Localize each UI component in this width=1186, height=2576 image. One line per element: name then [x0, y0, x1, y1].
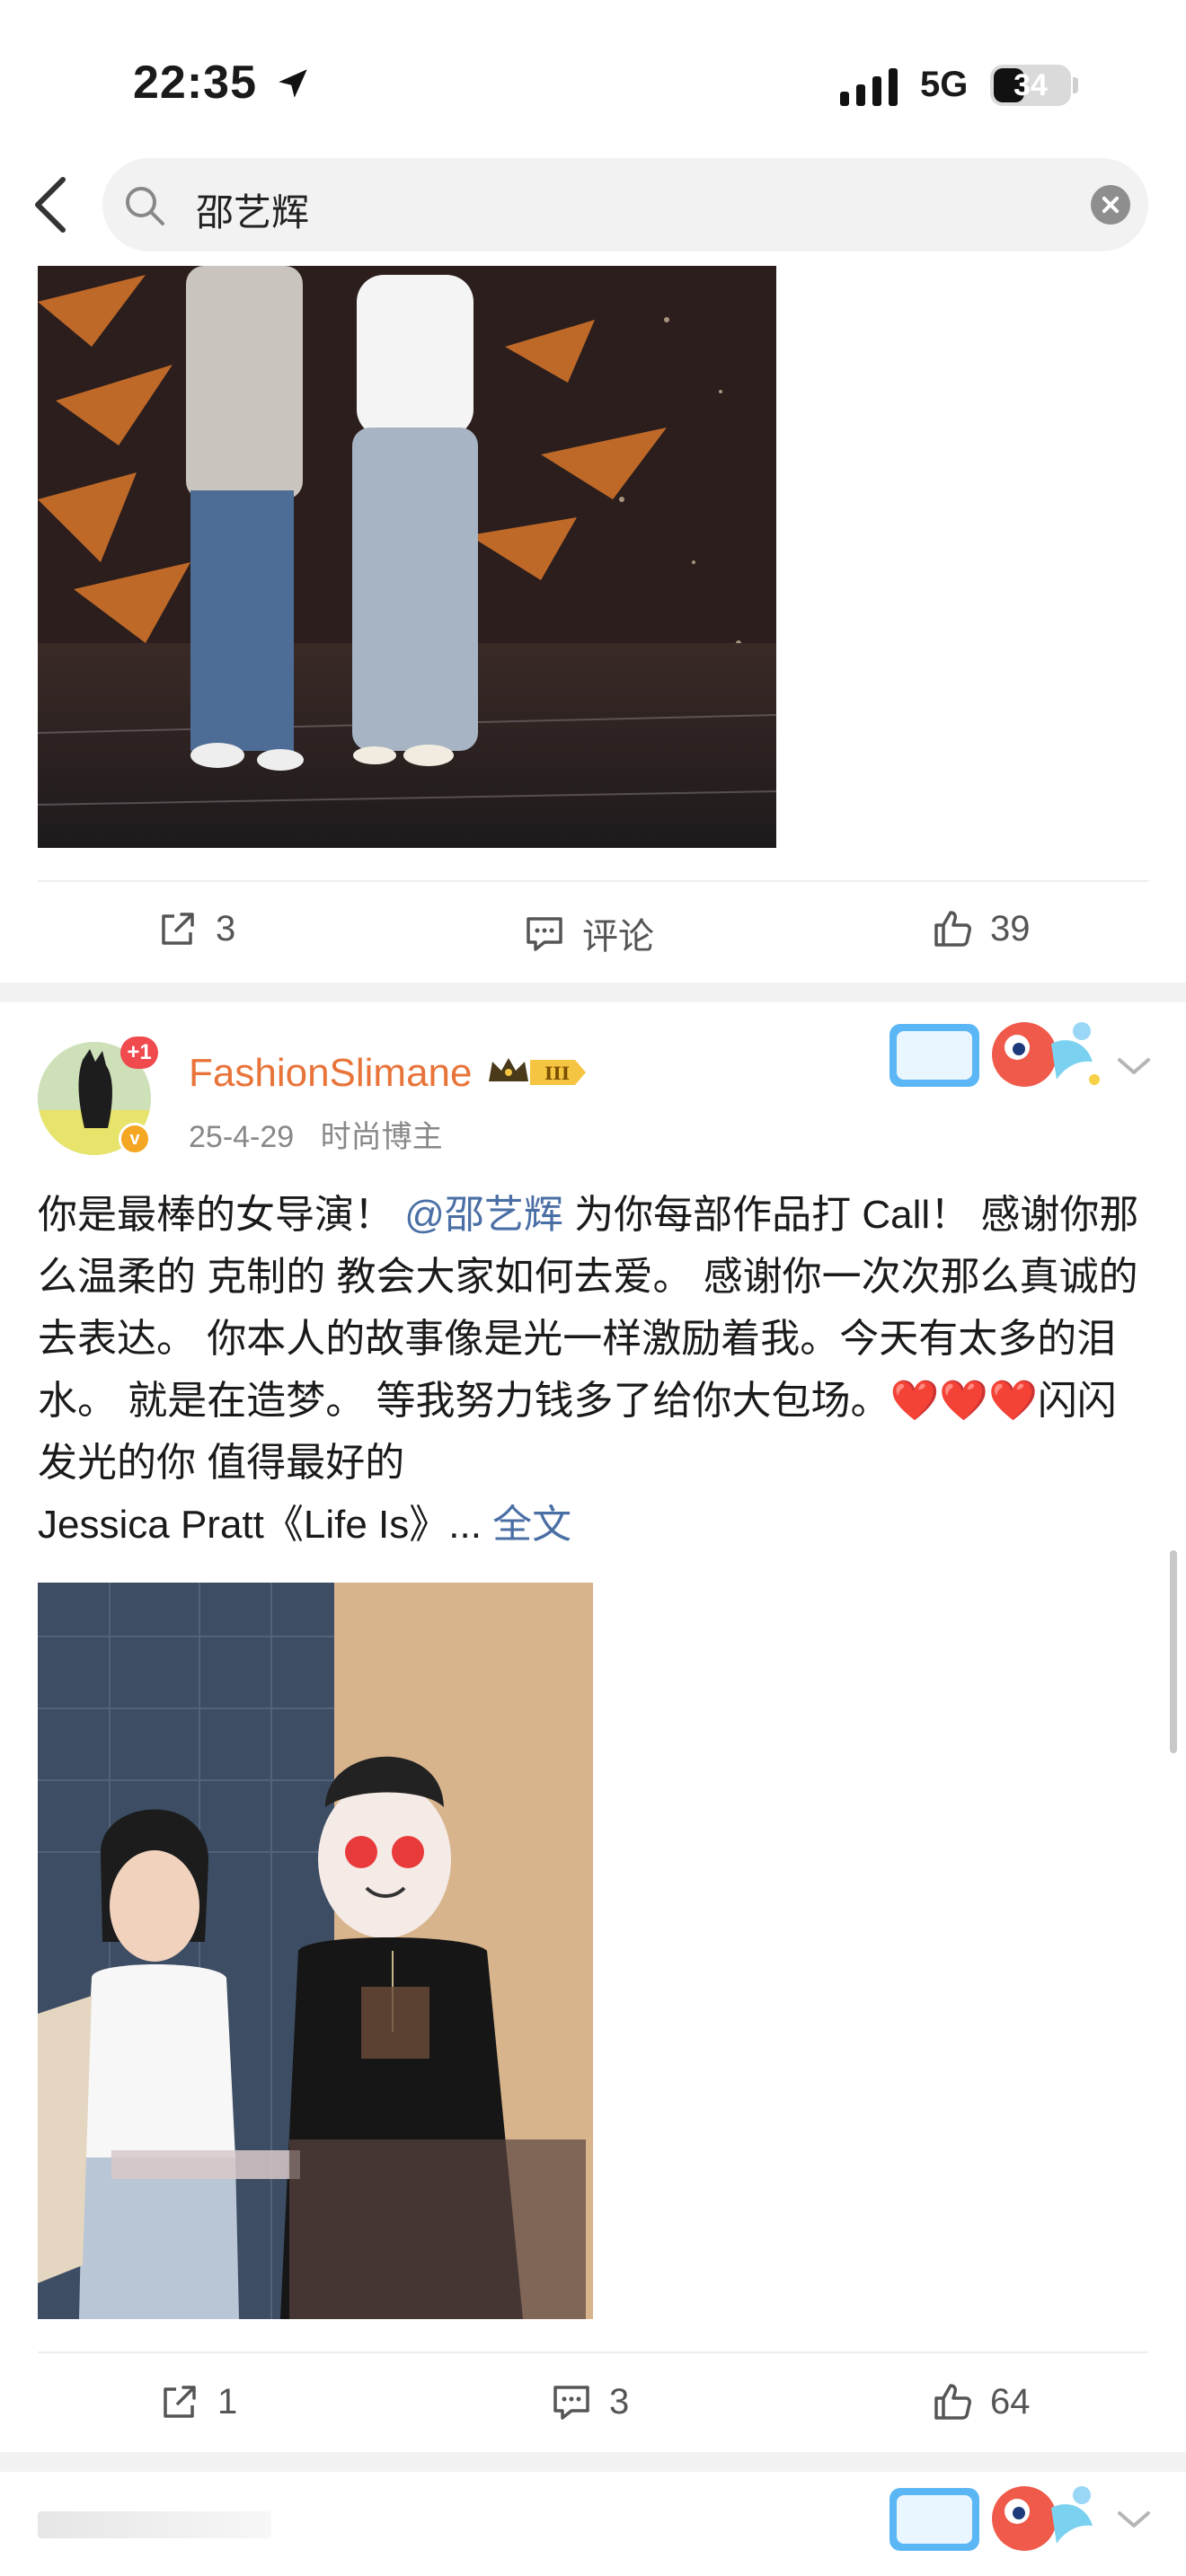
avatar-new-badge: +1 [120, 1037, 158, 1069]
like-button[interactable]: 39 [931, 907, 1031, 950]
loading-placeholder [38, 2511, 271, 2538]
battery-cap [1073, 77, 1078, 93]
section-separator [0, 983, 1186, 1002]
search-query: 邵艺辉 [196, 191, 310, 234]
share-count: 1 [217, 2381, 238, 2422]
post-text-intro: 你是最棒的女导演！ [38, 1193, 394, 1237]
search-icon [126, 187, 164, 225]
verified-badge: v [119, 1123, 151, 1155]
selfie-photo-illustration [38, 1583, 593, 2319]
comment-button[interactable]: 评论 [523, 907, 654, 959]
stage-photo-illustration [38, 266, 776, 848]
mention-link[interactable]: @邵艺辉 [404, 1193, 563, 1237]
battery-level: 34 [1013, 68, 1048, 102]
share-button[interactable]: 3 [156, 907, 235, 950]
member-crown-icon: III [489, 1058, 586, 1085]
event-badge-icon [890, 1022, 1100, 1087]
back-chevron-icon[interactable] [29, 176, 74, 234]
username[interactable]: FashionSlimane [189, 1051, 473, 1096]
event-badge-icon [890, 2486, 1093, 2551]
share-button[interactable]: 1 [158, 2380, 237, 2423]
post-photo[interactable] [38, 266, 776, 848]
share-count: 3 [216, 908, 236, 948]
location-arrow-icon [279, 69, 307, 98]
chevron-down-icon[interactable] [1114, 1053, 1154, 1080]
section-separator [0, 2452, 1186, 2472]
thumbs-up-icon [934, 911, 971, 947]
post-text: 你是最棒的女导演！ @邵艺辉 为你每部作品打 Call！ 感谢你那么温柔的 克制… [38, 1184, 1152, 1556]
comment-label: 评论 [582, 917, 654, 957]
thumbs-up-icon [934, 2384, 971, 2420]
heart-emojis: ❤️❤️❤️ [890, 1379, 1038, 1423]
clear-search-button[interactable] [1091, 185, 1130, 225]
share-icon [162, 913, 194, 945]
chevron-down-icon[interactable] [1114, 2506, 1154, 2533]
battery-icon: 34 [990, 65, 1071, 106]
comment-icon [527, 917, 562, 951]
post-date: 25-4-29 [189, 1120, 295, 1154]
author-category: 时尚博主 [320, 1120, 443, 1154]
divider [38, 2351, 1148, 2353]
like-count: 64 [990, 2381, 1031, 2422]
post-photo[interactable] [38, 1583, 593, 2319]
comment-button[interactable]: 3 [550, 2380, 629, 2423]
divider [38, 880, 1148, 882]
network-type: 5G [920, 65, 969, 104]
clock-time: 22:35 [133, 57, 257, 109]
like-button[interactable]: 64 [931, 2380, 1031, 2423]
status-bar: 22:35 5G 34 [0, 0, 1186, 153]
share-icon [164, 2386, 196, 2418]
svg-text:III: III [544, 1063, 570, 1084]
full-text-link[interactable]: 全文 [492, 1503, 571, 1547]
song-line: Jessica Pratt《Life Is》... [38, 1503, 482, 1547]
scrollbar[interactable] [1170, 1550, 1177, 1753]
comment-icon [553, 2386, 589, 2420]
post-meta: 25-4-29 时尚博主 [189, 1112, 461, 1156]
like-count: 39 [990, 908, 1031, 948]
cellular-signal-icon [840, 68, 898, 106]
comment-count: 3 [609, 2381, 630, 2422]
